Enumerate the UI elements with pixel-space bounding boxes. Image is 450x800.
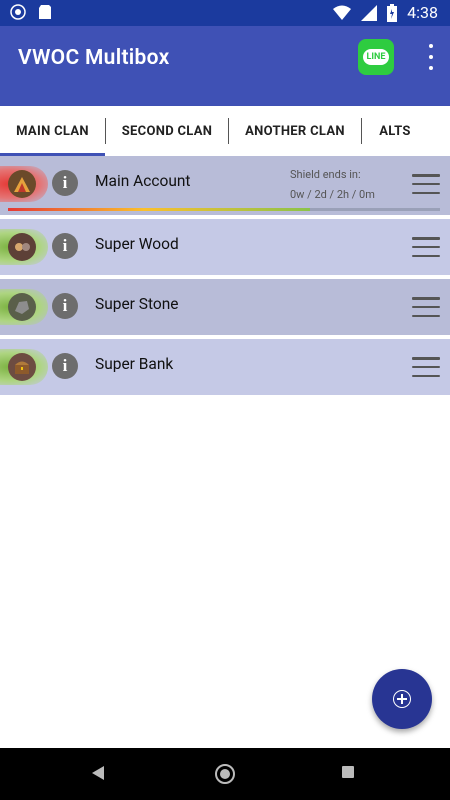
tab-label: MAIN CLAN bbox=[16, 123, 89, 139]
avatar bbox=[0, 229, 48, 265]
stone-icon bbox=[8, 293, 36, 321]
home-icon[interactable] bbox=[215, 764, 235, 784]
clan-tabs: MAIN CLAN SECOND CLAN ANOTHER CLAN ALTS bbox=[0, 106, 450, 156]
add-account-button[interactable] bbox=[372, 669, 432, 729]
account-row-super-bank[interactable]: i Super Bank bbox=[0, 339, 450, 399]
dot bbox=[429, 44, 433, 48]
drag-handle-icon[interactable] bbox=[412, 237, 440, 257]
shield-value: 0w / 2d / 2h / 0m bbox=[290, 188, 375, 201]
app-bar: VWOC Multibox LINE bbox=[0, 26, 450, 106]
signal-icon bbox=[361, 4, 378, 21]
status-bar: 4:38 bbox=[0, 0, 450, 26]
app-title: VWOC Multibox bbox=[18, 46, 170, 70]
dot bbox=[429, 55, 433, 59]
tab-label: ALTS bbox=[379, 123, 411, 139]
avatar bbox=[0, 349, 48, 385]
clock: 4:38 bbox=[407, 3, 438, 22]
town-hall-icon bbox=[8, 170, 36, 198]
shield-progress-bar bbox=[8, 208, 440, 211]
account-name: Main Account bbox=[95, 172, 191, 190]
info-icon[interactable]: i bbox=[52, 233, 78, 259]
overflow-menu-button[interactable] bbox=[426, 44, 436, 70]
line-icon: LINE bbox=[362, 49, 390, 65]
dot bbox=[429, 66, 433, 70]
treasure-chest-icon bbox=[8, 353, 36, 381]
tab-another-clan[interactable]: ANOTHER CLAN bbox=[229, 106, 361, 156]
avatar bbox=[0, 166, 48, 202]
shield-label: Shield ends in: bbox=[290, 168, 361, 181]
info-icon[interactable]: i bbox=[52, 293, 78, 319]
notification-icon bbox=[10, 4, 26, 20]
drag-handle-icon[interactable] bbox=[412, 174, 440, 194]
drag-handle-icon[interactable] bbox=[412, 357, 440, 377]
tab-alts[interactable]: ALTS bbox=[362, 106, 428, 156]
shield-progress-fill bbox=[8, 208, 311, 211]
wood-icon bbox=[8, 233, 36, 261]
account-row-super-stone[interactable]: i Super Stone bbox=[0, 279, 450, 339]
battery-icon bbox=[387, 3, 398, 22]
account-name: Super Stone bbox=[95, 295, 179, 313]
account-list: i Main Account Shield ends in: 0w / 2d /… bbox=[0, 156, 450, 399]
account-row-main-account[interactable]: i Main Account Shield ends in: 0w / 2d /… bbox=[0, 156, 450, 219]
tab-label: ANOTHER CLAN bbox=[245, 123, 345, 139]
info-icon[interactable]: i bbox=[52, 353, 78, 379]
shield-timer: Shield ends in: 0w / 2d / 2h / 0m bbox=[290, 165, 375, 205]
tab-second-clan[interactable]: SECOND CLAN bbox=[106, 106, 228, 156]
info-icon[interactable]: i bbox=[52, 170, 78, 196]
line-button[interactable]: LINE bbox=[358, 39, 394, 75]
sd-card-icon bbox=[39, 5, 51, 19]
recent-apps-icon[interactable] bbox=[342, 766, 354, 778]
back-icon[interactable] bbox=[92, 766, 104, 780]
account-row-super-wood[interactable]: i Super Wood bbox=[0, 219, 450, 279]
system-nav-bar bbox=[0, 748, 450, 800]
tab-main-clan[interactable]: MAIN CLAN bbox=[0, 106, 105, 156]
avatar bbox=[0, 289, 48, 325]
tab-label: SECOND CLAN bbox=[121, 123, 213, 139]
account-name: Super Bank bbox=[95, 355, 174, 373]
wifi-icon bbox=[333, 5, 352, 20]
drag-handle-icon[interactable] bbox=[412, 297, 440, 317]
add-icon bbox=[393, 690, 411, 708]
account-name: Super Wood bbox=[95, 235, 179, 253]
